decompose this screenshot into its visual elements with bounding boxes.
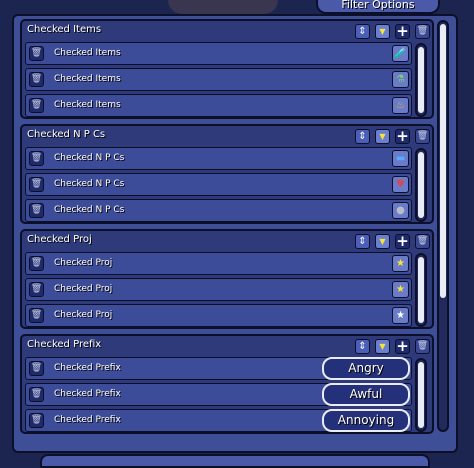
- add-icon[interactable]: +: [395, 339, 410, 354]
- entry-label: Checked Items: [54, 48, 121, 58]
- group-title: Checked N P Cs: [27, 129, 106, 140]
- list-item[interactable]: 🗑 Checked Proj ★: [25, 278, 412, 301]
- yellow-star-projectile-icon: ★: [392, 281, 409, 298]
- add-icon[interactable]: +: [395, 234, 410, 249]
- delete-icon[interactable]: 🗑: [415, 234, 430, 249]
- list-item[interactable]: 🗑 Checked Items ♨: [25, 94, 412, 117]
- green-potion-item-icon: ⚗: [392, 71, 409, 88]
- add-icon[interactable]: +: [395, 24, 410, 39]
- orange-potion-item-icon: ♨: [392, 97, 409, 114]
- list-item[interactable]: 🗑 Checked N P Cs ▬: [25, 147, 412, 170]
- entry-label: Checked N P Cs: [54, 153, 125, 163]
- top-decoration: [168, 0, 278, 14]
- list-item[interactable]: 🗑 Checked Items 🧪: [25, 42, 412, 65]
- trash-can-icon[interactable]: 🗑: [29, 72, 44, 87]
- group-scrollbar-thumb[interactable]: [418, 47, 424, 113]
- entry-label: Checked Prefix: [54, 363, 121, 373]
- prefix-value-button[interactable]: Angry: [322, 357, 410, 380]
- group-scrollbar[interactable]: [415, 253, 427, 327]
- entry-label: Checked N P Cs: [54, 179, 125, 189]
- list-item[interactable]: 🗑 Checked Proj ★: [25, 252, 412, 275]
- group-scrollbar[interactable]: [415, 358, 427, 432]
- group-title: Checked Proj: [27, 234, 92, 245]
- group-scrollbar[interactable]: [415, 148, 427, 222]
- trash-can-icon[interactable]: 🗑: [29, 282, 44, 297]
- trash-can-icon[interactable]: 🗑: [29, 361, 44, 376]
- blue-slime-npc-icon: ▬: [392, 150, 409, 167]
- list-item[interactable]: 🗑 Checked N P Cs ●: [25, 199, 412, 222]
- delete-icon[interactable]: 🗑: [415, 24, 430, 39]
- entry-label: Checked Proj: [54, 258, 113, 268]
- trash-can-icon[interactable]: 🗑: [29, 256, 44, 271]
- entry-label: Checked N P Cs: [54, 205, 125, 215]
- trash-can-icon[interactable]: 🗑: [29, 387, 44, 402]
- yellow-star-projectile-icon: ★: [392, 255, 409, 272]
- list-item[interactable]: 🗑 Checked Prefix Annoying: [25, 409, 412, 432]
- sort-icon[interactable]: ⇕: [355, 129, 370, 144]
- white-star-projectile-icon: ★: [392, 307, 409, 324]
- trash-can-icon[interactable]: 🗑: [29, 413, 44, 428]
- panel-scrollbar[interactable]: [437, 20, 449, 432]
- delete-icon[interactable]: 🗑: [415, 339, 430, 354]
- prefix-value-button[interactable]: Annoying: [322, 409, 410, 432]
- filter-dropdown-icon[interactable]: ▼: [375, 129, 390, 144]
- trash-can-icon[interactable]: 🗑: [29, 177, 44, 192]
- prefix-value-button[interactable]: Awful: [322, 383, 410, 406]
- filter-dropdown-icon[interactable]: ▼: [375, 234, 390, 249]
- group-checked-prefix: Checked Prefix ⇕ ▼ + 🗑 🗑 Checked Prefix Angry 🗑 C…: [20, 334, 434, 434]
- group-scrollbar-thumb[interactable]: [418, 152, 424, 218]
- entry-label: Checked Proj: [54, 310, 113, 320]
- group-checked-proj: Checked Proj ⇕ ▼ + 🗑 🗑 Checked Proj ★ 🗑 Checked P…: [20, 229, 434, 329]
- group-scrollbar-thumb[interactable]: [418, 362, 424, 428]
- group-checked-n-p-cs: Checked N P Cs ⇕ ▼ + 🗑 🗑 Checked N P Cs ▬ 🗑 Check…: [20, 124, 434, 224]
- entry-label: Checked Prefix: [54, 415, 121, 425]
- sort-icon[interactable]: ⇕: [355, 234, 370, 249]
- group-title: Checked Prefix: [27, 339, 102, 350]
- sort-icon[interactable]: ⇕: [355, 339, 370, 354]
- filter-dropdown-icon[interactable]: ▼: [375, 24, 390, 39]
- filter-dropdown-icon[interactable]: ▼: [375, 339, 390, 354]
- trash-can-icon[interactable]: 🗑: [29, 151, 44, 166]
- group-title: Checked Items: [27, 24, 102, 35]
- list-item[interactable]: 🗑 Checked Prefix Awful: [25, 383, 412, 406]
- potion-item-icon: 🧪: [392, 45, 409, 62]
- trash-can-icon[interactable]: 🗑: [29, 203, 44, 218]
- delete-icon[interactable]: 🗑: [415, 129, 430, 144]
- red-creature-npc-icon: ♥: [392, 176, 409, 193]
- list-item[interactable]: 🗑 Checked Prefix Angry: [25, 357, 412, 380]
- entry-label: Checked Items: [54, 74, 121, 84]
- trash-can-icon[interactable]: 🗑: [29, 46, 44, 61]
- list-item[interactable]: 🗑 Checked N P Cs ♥: [25, 173, 412, 196]
- gray-slime-npc-icon: ●: [392, 202, 409, 219]
- group-scrollbar-thumb[interactable]: [418, 257, 424, 323]
- entry-label: Checked Items: [54, 100, 121, 110]
- list-item[interactable]: 🗑 Checked Proj ★: [25, 304, 412, 327]
- group-checked-items: Checked Items ⇕ ▼ + 🗑 🗑 Checked Items 🧪 🗑 Checked…: [20, 19, 434, 119]
- list-item[interactable]: 🗑 Checked Items ⚗: [25, 68, 412, 91]
- sort-icon[interactable]: ⇕: [355, 24, 370, 39]
- bottom-button[interactable]: [40, 454, 430, 468]
- entry-label: Checked Proj: [54, 284, 113, 294]
- trash-can-icon[interactable]: 🗑: [29, 98, 44, 113]
- filter-options-tab[interactable]: Filter Options: [316, 0, 440, 14]
- add-icon[interactable]: +: [395, 129, 410, 144]
- entry-label: Checked Prefix: [54, 389, 121, 399]
- panel-scrollbar-thumb[interactable]: [440, 24, 446, 298]
- group-scrollbar[interactable]: [415, 43, 427, 117]
- trash-can-icon[interactable]: 🗑: [29, 308, 44, 323]
